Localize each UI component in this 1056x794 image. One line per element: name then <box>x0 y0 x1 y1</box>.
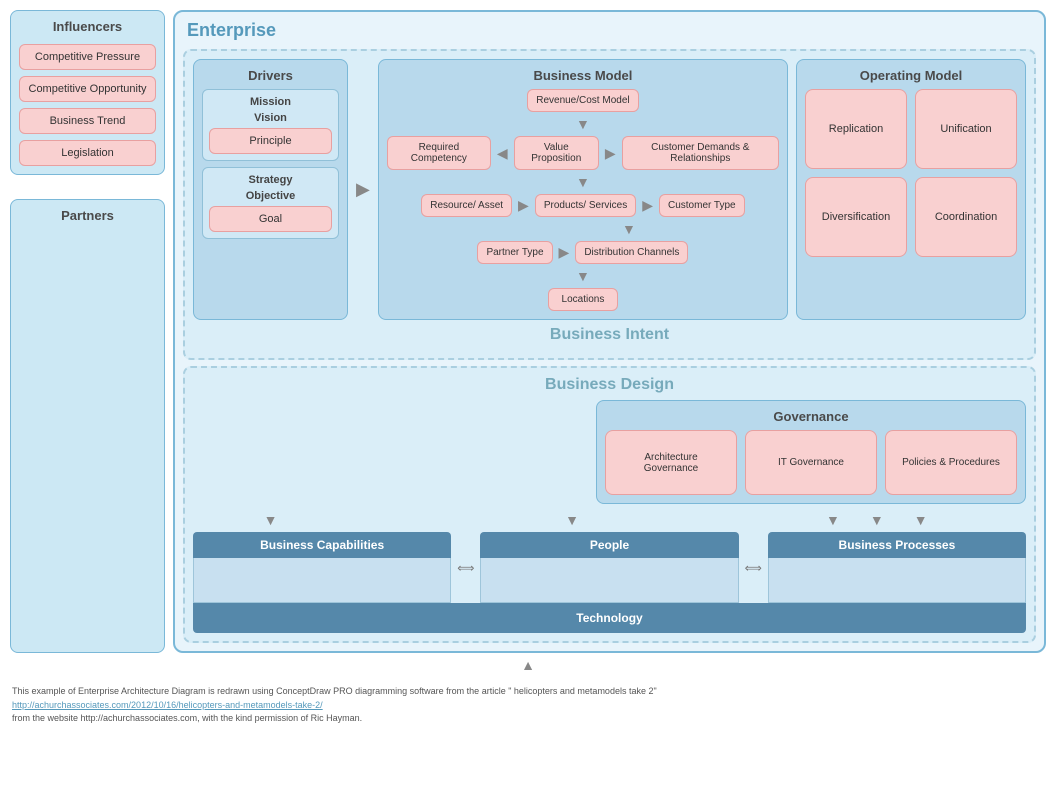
customer-demands: Customer Demands & Relationships <box>622 136 779 170</box>
strategy-box: Strategy Objective Goal <box>202 167 339 239</box>
scroll-arrow: ▲ <box>0 653 1056 677</box>
bm-row-2: Required Competency ◀ Value Proposition … <box>387 136 779 170</box>
partners-box: Partners <box>10 199 165 653</box>
footer-line1: This example of Enterprise Architecture … <box>12 685 1044 699</box>
drivers-title: Drivers <box>202 68 339 83</box>
bm-row-3: Resource/ Asset ▶ Products/ Services ▶ C… <box>421 194 744 217</box>
om-title: Operating Model <box>805 68 1017 83</box>
business-trend: Business Trend <box>19 108 156 134</box>
drivers-to-bm-arrow: ▶ <box>356 59 370 320</box>
governance-box: Governance Architecture Governance IT Go… <box>596 400 1026 504</box>
strategy-label: Strategy <box>209 174 332 186</box>
business-design-label: Business Design <box>193 376 1026 394</box>
legislation: Legislation <box>19 140 156 166</box>
business-intent-label: Business Intent <box>193 326 1026 344</box>
arrow-right-1: ▶ <box>605 145 616 162</box>
capabilities-section: Business Capabilities <box>193 532 451 603</box>
arrow-down-g1: ▼ <box>826 512 840 528</box>
top-row: Drivers Mission Vision Principle Strateg… <box>193 59 1026 320</box>
diversification-box: Diversification <box>805 177 907 257</box>
products-services: Products/ Services <box>535 194 636 217</box>
customer-type: Customer Type <box>659 194 745 217</box>
bm-title: Business Model <box>387 68 779 83</box>
arrows-row: ▼ <box>456 174 710 190</box>
required-competency: Required Competency <box>387 136 491 170</box>
technology-bar: Technology <box>193 603 1026 633</box>
arrow-down-1: ▼ <box>576 116 590 132</box>
locations: Locations <box>548 288 618 311</box>
value-proposition: Value Proposition <box>514 136 599 170</box>
people-section: People <box>480 532 738 603</box>
distribution-channels: Distribution Channels <box>575 241 688 264</box>
arrow-down-3: ▼ <box>622 221 636 237</box>
enterprise-container: Enterprise Drivers Mission Vision Princi… <box>173 10 1046 653</box>
competitive-pressure: Competitive Pressure <box>19 44 156 70</box>
objective-label: Objective <box>209 190 332 202</box>
footer-line2: from the website http://achurchassociate… <box>12 712 1044 726</box>
business-design-area: Business Design Governance Architecture … <box>183 366 1036 643</box>
drivers-box: Drivers Mission Vision Principle Strateg… <box>193 59 348 320</box>
vision-label: Vision <box>209 112 332 124</box>
principle-box: Principle <box>209 128 332 154</box>
arrow-down-g3: ▼ <box>914 512 928 528</box>
processes-body <box>768 558 1026 603</box>
footer: This example of Enterprise Architecture … <box>0 677 1056 734</box>
three-sections: Business Capabilities ⟺ People ⟺ Busin <box>193 532 1026 603</box>
spacer1 <box>456 174 526 190</box>
bm-box: Business Model Revenue/Cost Model ▼ Requ… <box>378 59 788 320</box>
coordination-box: Coordination <box>915 177 1017 257</box>
goal-box: Goal <box>209 206 332 232</box>
om-grid: Replication Unification Diversification … <box>805 89 1017 257</box>
bm-row-1: Revenue/Cost Model <box>527 89 638 112</box>
competitive-opportunity: Competitive Opportunity <box>19 76 156 102</box>
om-box: Operating Model Replication Unification … <box>796 59 1026 320</box>
people-header: People <box>480 532 738 558</box>
dbl-arrow-2: ⟺ <box>741 532 766 603</box>
governance-row: Architecture Governance IT Governance Po… <box>605 430 1017 495</box>
processes-header: Business Processes <box>768 532 1026 558</box>
partners-title: Partners <box>61 208 114 223</box>
bm-content: Revenue/Cost Model ▼ Required Competency… <box>387 89 779 311</box>
footer-link[interactable]: http://achurchassociates.com/2012/10/16/… <box>12 699 1044 713</box>
unification-box: Unification <box>915 89 1017 169</box>
spacer2 <box>640 174 710 190</box>
arrow-down-4: ▼ <box>576 268 590 284</box>
arch-governance: Architecture Governance <box>605 430 737 495</box>
business-intent-area: Drivers Mission Vision Principle Strateg… <box>183 49 1036 360</box>
capabilities-body <box>193 558 451 603</box>
arrow-down-cap: ▼ <box>264 512 278 528</box>
mission-label: Mission <box>209 96 332 108</box>
policies-procedures: Policies & Procedures <box>885 430 1017 495</box>
revenue-cost: Revenue/Cost Model <box>527 89 638 112</box>
arrow-down-2: ▼ <box>548 174 618 190</box>
bottom-sections-wrapper: Business Capabilities ⟺ People ⟺ Busin <box>193 532 1026 633</box>
influencers-box: Influencers Competitive Pressure Competi… <box>10 10 165 175</box>
main-container: Influencers Competitive Pressure Competi… <box>0 0 1056 653</box>
left-panel: Influencers Competitive Pressure Competi… <box>10 10 165 653</box>
arrow-down-people: ▼ <box>565 512 579 528</box>
governance-title: Governance <box>605 409 1017 424</box>
bm-row-5: Locations <box>548 288 618 311</box>
dbl-arrow-1: ⟺ <box>453 532 478 603</box>
resource-asset: Resource/ Asset <box>421 194 512 217</box>
it-governance: IT Governance <box>745 430 877 495</box>
bm-row-4: Partner Type ▶ Distribution Channels <box>477 241 688 264</box>
arrow-left-1: ◀ <box>497 145 508 162</box>
replication-box: Replication <box>805 89 907 169</box>
partner-type: Partner Type <box>477 241 552 264</box>
mission-vision-box: Mission Vision Principle <box>202 89 339 161</box>
people-body <box>480 558 738 603</box>
governance-wrapper: Governance Architecture Governance IT Go… <box>193 400 1026 504</box>
down-arrows-row: ▼ ▼ ▼ ▼ ▼ <box>193 512 1026 528</box>
influencers-title: Influencers <box>53 19 122 34</box>
processes-section: Business Processes <box>768 532 1026 603</box>
arrow-down-g2: ▼ <box>870 512 884 528</box>
capabilities-header: Business Capabilities <box>193 532 451 558</box>
enterprise-title: Enterprise <box>183 20 1036 41</box>
